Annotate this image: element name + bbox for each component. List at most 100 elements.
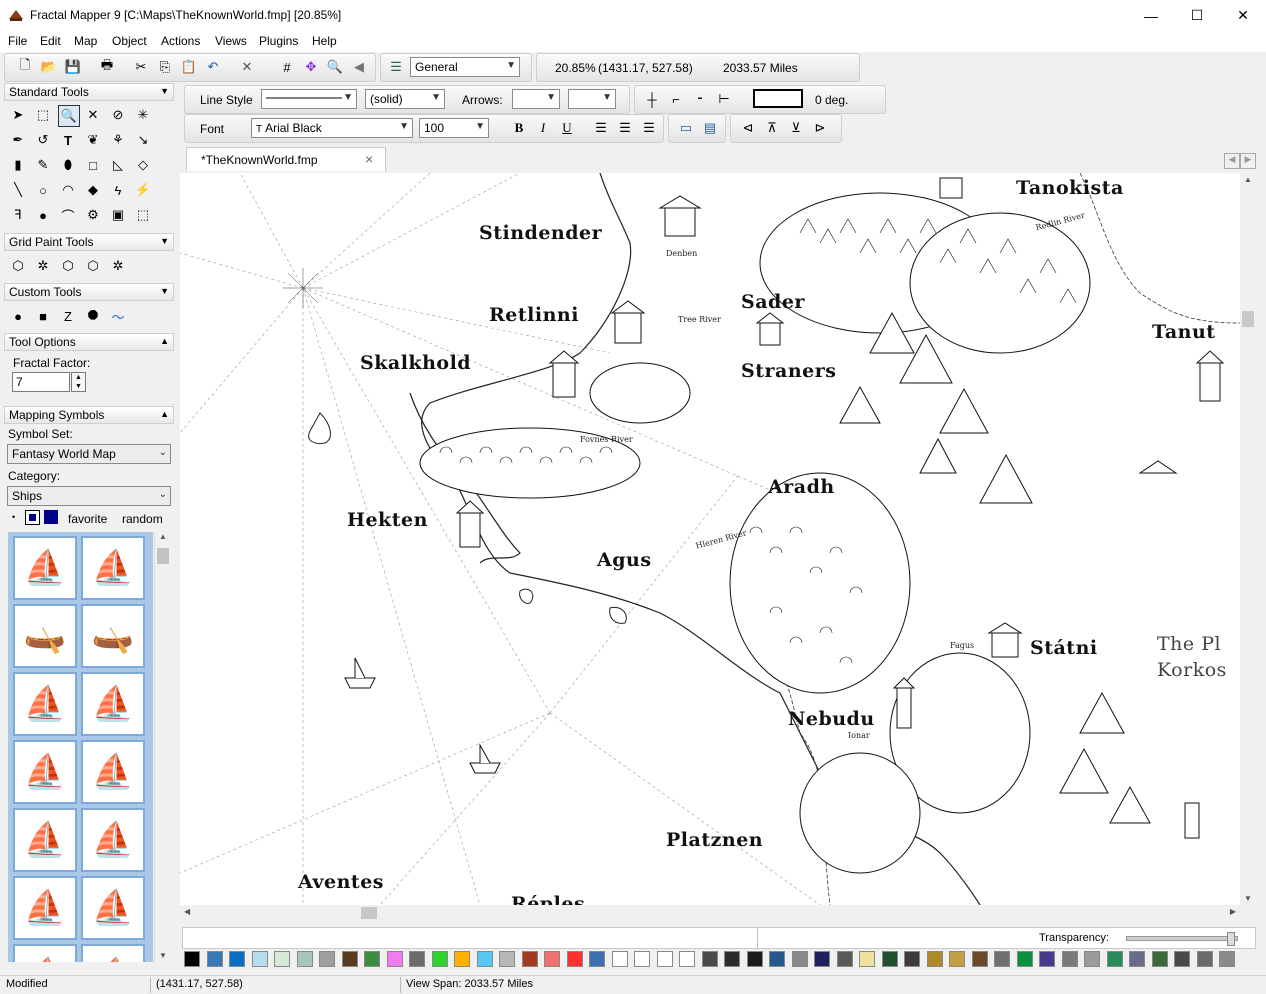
color-swatch[interactable] bbox=[274, 951, 290, 967]
standard-tools-header[interactable]: Standard Tools ▼ bbox=[4, 83, 174, 101]
color-swatch[interactable] bbox=[431, 951, 448, 967]
menu-edit[interactable]: Edit bbox=[40, 34, 61, 48]
line-pattern-select[interactable]: (solid) ▼ bbox=[365, 89, 445, 109]
underline-button[interactable]: U bbox=[558, 119, 576, 137]
river-icon[interactable]: 〜 bbox=[108, 306, 128, 326]
maximize-button[interactable]: ☐ bbox=[1174, 0, 1220, 31]
caravel-symbol[interactable]: ⛵ bbox=[81, 808, 145, 872]
color-swatch[interactable] bbox=[949, 951, 965, 967]
favorite-label[interactable]: favorite bbox=[68, 512, 107, 526]
tab-scroll-right-icon[interactable]: ▶ bbox=[1240, 153, 1256, 169]
text-table-icon[interactable]: ▤ bbox=[701, 119, 719, 137]
rotate-icon[interactable]: ↺ bbox=[33, 130, 53, 150]
collapse-icon[interactable]: ▼ bbox=[160, 236, 169, 246]
mapping-symbols-header[interactable]: Mapping Symbols ▲ bbox=[4, 406, 174, 424]
color-swatch[interactable] bbox=[1129, 951, 1145, 967]
menu-help[interactable]: Help bbox=[312, 34, 337, 48]
tab-scroll-left-icon[interactable]: ◀ bbox=[1224, 153, 1240, 169]
color-swatch[interactable] bbox=[566, 951, 583, 967]
pan-icon[interactable]: ✥ bbox=[302, 58, 320, 76]
junk-ship-symbol[interactable]: ⛵ bbox=[13, 536, 77, 600]
color-swatch[interactable] bbox=[769, 951, 785, 967]
color-swatch[interactable] bbox=[701, 951, 718, 967]
color-swatch[interactable] bbox=[364, 951, 380, 967]
arrow-start-select[interactable]: ▼ bbox=[512, 89, 560, 109]
align-center-icon[interactable]: ☰ bbox=[616, 119, 634, 137]
hex-icon[interactable]: ⬡ bbox=[8, 256, 28, 276]
eraser-icon[interactable]: ⬚ bbox=[133, 205, 153, 225]
tool-options-header[interactable]: Tool Options ▲ bbox=[4, 333, 174, 351]
color-swatch[interactable] bbox=[1061, 951, 1078, 967]
symbol-list-scrollbar[interactable]: ▲ ▼ bbox=[154, 532, 171, 962]
color-swatch[interactable] bbox=[746, 951, 763, 967]
collapse-icon[interactable]: ▲ bbox=[160, 336, 169, 346]
nav-left-icon[interactable]: ⊲ bbox=[739, 119, 757, 137]
color-swatch[interactable] bbox=[521, 951, 538, 967]
color-swatch[interactable] bbox=[836, 951, 853, 967]
italic-button[interactable]: I bbox=[534, 119, 552, 137]
sailboat-symbol[interactable]: ⛵ bbox=[13, 672, 77, 736]
color-swatch[interactable] bbox=[859, 951, 875, 967]
fractal-factor-spinner[interactable]: ▲ ▼ bbox=[71, 372, 86, 392]
ship-symbol[interactable]: ⛵ bbox=[13, 944, 77, 962]
paste-icon[interactable]: 📋 bbox=[180, 58, 198, 76]
cut-icon[interactable]: ✂ bbox=[132, 58, 150, 76]
map-vertical-scrollbar[interactable]: ▲ ▼ bbox=[1240, 173, 1256, 905]
carrack-symbol[interactable]: ⛵ bbox=[13, 808, 77, 872]
menu-plugins[interactable]: Plugins bbox=[259, 34, 298, 48]
color-swatch[interactable] bbox=[814, 951, 830, 967]
octagon-icon[interactable]: ⯃ bbox=[83, 306, 103, 326]
line-color-box[interactable] bbox=[753, 89, 803, 108]
nav-down-icon[interactable]: ⊻ bbox=[787, 119, 805, 137]
menu-views[interactable]: Views bbox=[215, 34, 247, 48]
nav-up-icon[interactable]: ⊼ bbox=[763, 119, 781, 137]
layer-select[interactable]: General ▼ bbox=[410, 57, 520, 77]
eyedropper-icon[interactable]: ✒ bbox=[8, 130, 28, 150]
random-toggle-icon[interactable] bbox=[44, 510, 58, 524]
marquee-icon[interactable]: ⬚ bbox=[33, 105, 53, 125]
lightning-icon[interactable]: ϟ bbox=[108, 180, 128, 200]
map-horizontal-scrollbar[interactable]: ◀ ▶ bbox=[180, 905, 1240, 921]
rowboat-symbol[interactable]: 🛶 bbox=[81, 604, 145, 668]
undo-icon[interactable]: ↶ bbox=[204, 58, 222, 76]
color-swatch[interactable] bbox=[454, 951, 470, 967]
color-swatch[interactable] bbox=[679, 951, 695, 967]
color-swatch[interactable] bbox=[1219, 951, 1235, 967]
color-swatch[interactable] bbox=[229, 951, 245, 967]
color-swatch[interactable] bbox=[1174, 951, 1190, 967]
rowboat-symbol[interactable]: 🛶 bbox=[13, 604, 77, 668]
favorite-toggle-icon[interactable] bbox=[25, 510, 40, 525]
print-icon[interactable]: 🖶 bbox=[98, 57, 116, 76]
pencil-icon[interactable]: ✎ bbox=[33, 155, 53, 175]
zigzag-icon[interactable]: Z bbox=[58, 306, 78, 326]
color-swatch[interactable] bbox=[499, 951, 515, 967]
junk-ship-symbol[interactable]: ⛵ bbox=[81, 536, 145, 600]
color-swatch[interactable] bbox=[184, 951, 200, 967]
bolt-icon[interactable]: ⚡ bbox=[133, 180, 153, 200]
font-select[interactable]: T Arial Black ▼ bbox=[251, 118, 413, 138]
new-file-icon[interactable]: 🗋 bbox=[16, 57, 34, 76]
triangle-icon[interactable]: ◺ bbox=[108, 155, 128, 175]
custom-tools-header[interactable]: Custom Tools ▼ bbox=[4, 283, 174, 301]
color-swatch[interactable] bbox=[611, 951, 628, 967]
line-icon[interactable]: ╲ bbox=[8, 180, 28, 200]
color-swatch[interactable] bbox=[791, 951, 808, 967]
menu-object[interactable]: Object bbox=[112, 34, 147, 48]
collapse-icon[interactable]: ▼ bbox=[160, 86, 169, 96]
color-swatch[interactable] bbox=[1106, 951, 1123, 967]
arc-icon[interactable]: ◠ bbox=[58, 180, 78, 200]
hex-fill-icon[interactable]: ⬡ bbox=[58, 256, 78, 276]
back-icon[interactable]: ◀ bbox=[350, 58, 368, 76]
color-swatch[interactable] bbox=[1016, 951, 1033, 967]
color-swatch[interactable] bbox=[926, 951, 943, 967]
color-swatch[interactable] bbox=[476, 951, 493, 967]
color-swatch[interactable] bbox=[724, 951, 740, 967]
layers-icon[interactable]: ☰ bbox=[387, 58, 405, 76]
symbol-icon[interactable]: ▣ bbox=[108, 205, 128, 225]
color-swatch[interactable] bbox=[409, 951, 425, 967]
hook-icon[interactable]: ↘ bbox=[133, 130, 153, 150]
align-right-icon[interactable]: ☰ bbox=[640, 119, 658, 137]
transparency-slider[interactable] bbox=[1126, 932, 1238, 946]
menu-map[interactable]: Map bbox=[74, 34, 97, 48]
dash-icon[interactable]: ⁃ bbox=[691, 90, 709, 108]
